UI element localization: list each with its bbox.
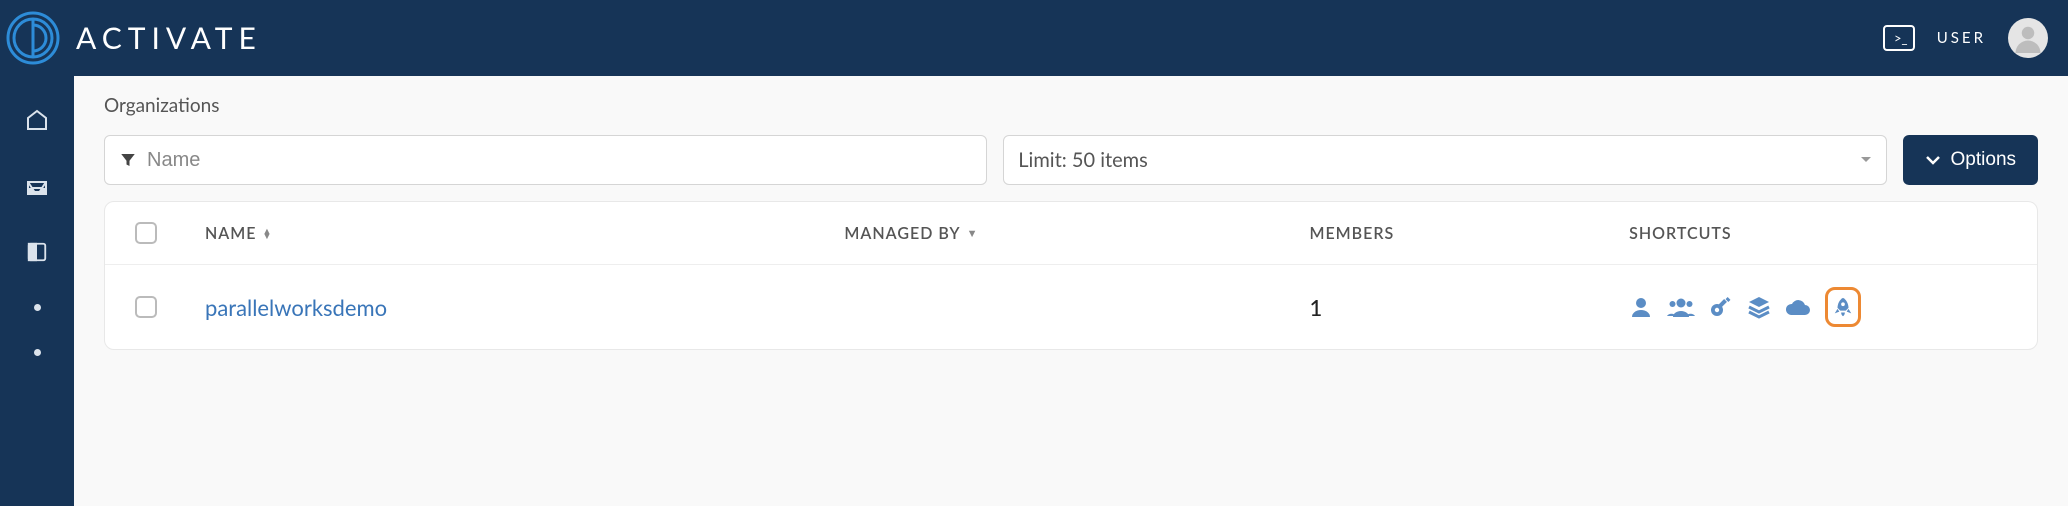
limit-select[interactable]: Limit: 50 items	[1003, 135, 1886, 185]
user-icon[interactable]	[1629, 295, 1653, 319]
col-header-name[interactable]: NAME ▲▼	[205, 224, 844, 243]
users-group-icon[interactable]	[1667, 296, 1695, 318]
sidebar	[0, 76, 74, 506]
rocket-icon	[1832, 296, 1854, 318]
topbar: ACTIVATE >_ USER	[0, 0, 2068, 76]
panel-icon	[26, 241, 48, 263]
brand-name: ACTIVATE	[76, 20, 262, 56]
select-all-checkbox[interactable]	[135, 222, 157, 244]
sidebar-dot-2[interactable]	[34, 349, 41, 356]
key-icon[interactable]	[1709, 295, 1733, 319]
sidebar-item-home[interactable]	[23, 106, 51, 134]
sidebar-item-panel[interactable]	[23, 238, 51, 266]
caret-down-icon: ▼	[967, 227, 979, 240]
sidebar-dot-1[interactable]	[34, 304, 41, 311]
table-header: NAME ▲▼ MANAGED BY ▼ MEMBERS SHORTCUTS	[105, 202, 2037, 264]
inbox-icon	[25, 174, 49, 198]
logo-icon	[4, 9, 62, 67]
options-label: Options	[1951, 149, 2016, 171]
chevron-down-icon	[1925, 155, 1941, 165]
user-label: USER	[1937, 29, 1986, 47]
name-filter-wrap	[104, 135, 987, 185]
dropdown-caret-icon	[1860, 156, 1872, 164]
name-filter-input[interactable]	[147, 149, 972, 172]
options-button[interactable]: Options	[1903, 135, 2038, 185]
members-count: 1	[1309, 294, 1322, 321]
topbar-right: >_ USER	[1883, 18, 2048, 58]
avatar[interactable]	[2008, 18, 2048, 58]
terminal-button[interactable]: >_	[1883, 25, 1915, 51]
brand-area: ACTIVATE	[4, 9, 262, 67]
col-header-managed-by[interactable]: MANAGED BY ▼	[844, 224, 1309, 243]
row-checkbox[interactable]	[135, 296, 157, 318]
rocket-shortcut-highlighted[interactable]	[1825, 287, 1861, 327]
shortcuts-group	[1629, 287, 2007, 327]
terminal-icon: >_	[1894, 30, 1908, 46]
breadcrumb: Organizations	[104, 94, 2038, 117]
col-header-shortcuts: SHORTCUTS	[1629, 224, 2007, 243]
limit-label: Limit: 50 items	[1018, 148, 1148, 172]
layers-icon[interactable]	[1747, 295, 1771, 319]
person-icon	[2013, 23, 2043, 53]
filter-icon	[119, 151, 137, 169]
cloud-icon[interactable]	[1785, 297, 1811, 317]
filter-row: Limit: 50 items Options	[104, 135, 2038, 185]
col-header-members: MEMBERS	[1309, 224, 1629, 243]
table-row: parallelworksdemo 1	[105, 264, 2037, 349]
org-table: NAME ▲▼ MANAGED BY ▼ MEMBERS SHORTCUTS	[104, 201, 2038, 350]
sidebar-item-inbox[interactable]	[23, 172, 51, 200]
home-icon	[25, 108, 49, 132]
sort-icon: ▲▼	[262, 228, 272, 238]
main-content: Organizations Limit: 50 items Options	[74, 76, 2068, 506]
org-name-link[interactable]: parallelworksdemo	[205, 294, 387, 321]
